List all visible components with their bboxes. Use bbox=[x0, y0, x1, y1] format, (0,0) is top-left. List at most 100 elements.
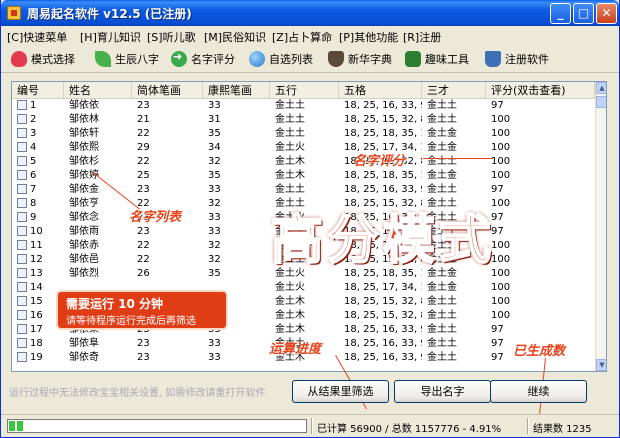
table-row[interactable]: 4邹依熙2934金土火18, 25, 17, 34, 10金土金100 bbox=[12, 141, 595, 155]
continue-button[interactable]: 继续 bbox=[490, 380, 587, 403]
cell-score: 100 bbox=[486, 309, 595, 323]
cell-text: 6 bbox=[30, 170, 37, 181]
cell-text: 18, 25, 15, 32, 8 bbox=[344, 310, 422, 321]
cell-talents: 金土土 bbox=[422, 323, 486, 337]
menu-other[interactable]: [P]其他功能 bbox=[339, 29, 398, 45]
cell-elements: 金土土 bbox=[270, 113, 339, 127]
cell-grids: 18, 25, 15, 32, 8 bbox=[339, 113, 422, 127]
runtime-notice: 需要运行 10 分钟 请等待程序运行完成后再筛选 bbox=[56, 290, 228, 330]
table-row[interactable]: 1 邹依依 23 33 金土土 18, 25, 16, 33, 9 金土土 97 bbox=[12, 99, 595, 113]
cell-text: 邹依奇 bbox=[69, 352, 99, 363]
scroll-thumb[interactable] bbox=[596, 96, 606, 108]
cell-name: 邹依熙 bbox=[64, 141, 132, 155]
birth-chart-button[interactable]: 生辰八字 bbox=[95, 48, 159, 70]
row-document-icon bbox=[17, 296, 27, 306]
col-three-talents[interactable]: 三才 bbox=[422, 82, 486, 99]
filter-results-button[interactable]: 从结果里筛选 bbox=[292, 380, 389, 403]
cell-text: 33 bbox=[208, 100, 221, 111]
scroll-down-icon[interactable]: ▼ bbox=[596, 359, 606, 371]
close-button[interactable]: ✕ bbox=[596, 3, 617, 24]
cell-text: 金土木 bbox=[275, 296, 305, 307]
cell-text: 100 bbox=[491, 156, 511, 167]
cell-text: 金土土 bbox=[427, 100, 457, 111]
row-document-icon bbox=[17, 156, 27, 166]
status-separator bbox=[527, 418, 529, 434]
cell-score: 100 bbox=[486, 267, 595, 281]
col-simplified-strokes[interactable]: 简体笔画 bbox=[132, 82, 203, 99]
cell-text: 23 bbox=[137, 352, 150, 363]
row-document-icon bbox=[17, 268, 27, 278]
register-software-button[interactable]: 注册软件 bbox=[485, 48, 549, 70]
col-id[interactable]: 编号 bbox=[12, 82, 64, 99]
cell-text: 5 bbox=[30, 156, 37, 167]
cell-simplified: 22 bbox=[132, 155, 203, 169]
menu-register[interactable]: [R]注册 bbox=[403, 29, 441, 45]
menu-bar: [C]快速菜单 [H]育儿知识 [S]听儿歌 [M]民俗知识 [Z]占卜算命 [… bbox=[1, 26, 619, 45]
cell-kangxi: 35 bbox=[203, 127, 270, 141]
tool-label: 模式选择 bbox=[31, 53, 75, 66]
cell-score: 100 bbox=[486, 239, 595, 253]
table-row[interactable]: 6 邹依婷 25 35 金土木 18, 25, 18, 35, 11 金土金 100 bbox=[12, 169, 595, 183]
row-document-icon bbox=[17, 114, 27, 124]
col-kangxi-strokes[interactable]: 康熙笔画 bbox=[203, 82, 270, 99]
cell-grids: 18, 25, 17, 34, 10 bbox=[339, 281, 422, 295]
cell-name: 邹依赤 bbox=[64, 239, 132, 253]
col-score[interactable]: 评分(双击查看) bbox=[486, 82, 595, 99]
fun-tools-button[interactable]: 趣味工具 bbox=[405, 48, 469, 70]
cell-text: 15 bbox=[30, 296, 43, 307]
annotation-name-score: 名字评分 bbox=[353, 154, 406, 169]
cell-kangxi: 33 bbox=[203, 211, 270, 225]
table-row[interactable]: 2 邹依林 21 31 金土土 18, 25, 15, 32, 8 金土土 100 bbox=[12, 113, 595, 127]
cell-text: 邹依亨 bbox=[69, 198, 99, 209]
cell-text: 17 bbox=[30, 324, 43, 335]
cell-text: 34 bbox=[208, 142, 221, 153]
custom-list-button[interactable]: 自选列表 bbox=[249, 48, 313, 70]
cell-kangxi: 33 bbox=[203, 337, 270, 351]
table-row[interactable]: 7 邹依金 23 33 金土土 18, 25, 16, 33, 9 金土土 97 bbox=[12, 183, 595, 197]
menu-quick[interactable]: [C]快速菜单 bbox=[7, 29, 67, 45]
cell-id: 9 bbox=[12, 211, 64, 225]
export-names-button[interactable]: 导出名字 bbox=[394, 380, 491, 403]
table-row[interactable]: 3 邹依轩 22 35 金土土 18, 25, 18, 35, 11 金土金 100 bbox=[12, 127, 595, 141]
name-score-button[interactable]: 名字评分 bbox=[171, 48, 235, 70]
menu-divination[interactable]: [Z]占卜算命 bbox=[272, 29, 332, 45]
leaf-icon bbox=[95, 51, 111, 67]
col-five-elements[interactable]: 五行 bbox=[270, 82, 339, 99]
cell-kangxi: 33 bbox=[203, 183, 270, 197]
cell-score: 97 bbox=[486, 211, 595, 225]
menu-folklore[interactable]: [M]民俗知识 bbox=[204, 29, 266, 45]
maximize-button[interactable]: □ bbox=[573, 3, 594, 24]
cell-talents: 金土土 bbox=[422, 351, 486, 365]
vertical-scrollbar[interactable]: ▲ ▼ bbox=[595, 82, 606, 371]
cell-text: 23 bbox=[137, 100, 150, 111]
cell-text: 金土土 bbox=[427, 324, 457, 335]
row-document-icon bbox=[17, 254, 27, 264]
menu-parenting[interactable]: [H]育儿知识 bbox=[80, 29, 141, 45]
table-row[interactable]: 5 邹依杉 22 32 金土木 18, 25, 15, 32, 8 金土土 100 bbox=[12, 155, 595, 169]
cell-text: 4 bbox=[30, 142, 37, 153]
cell-id: 3 bbox=[12, 127, 64, 141]
cell-grids: 18, 25, 18, 35, 11 bbox=[339, 127, 422, 141]
dictionary-button[interactable]: 新华字典 bbox=[328, 48, 392, 70]
cell-simplified: 22 bbox=[132, 127, 203, 141]
cell-text: 金土土 bbox=[275, 184, 305, 195]
scroll-up-icon[interactable]: ▲ bbox=[596, 82, 606, 94]
cell-text: 金土土 bbox=[427, 338, 457, 349]
heart-icon bbox=[11, 51, 27, 67]
cell-text: 金土木 bbox=[275, 324, 305, 335]
title-bar[interactable]: 周易起名软件 v12.5 (已注册) _ □ ✕ bbox=[1, 0, 619, 26]
cell-kangxi: 33 bbox=[203, 351, 270, 365]
row-document-icon bbox=[17, 128, 27, 138]
mode-select-button[interactable]: 模式选择 bbox=[11, 48, 75, 70]
tool-label: 生辰八字 bbox=[115, 53, 159, 66]
col-five-grids[interactable]: 五格 bbox=[339, 82, 422, 99]
tool-label: 趣味工具 bbox=[425, 53, 469, 66]
cell-id: 6 bbox=[12, 169, 64, 183]
col-name[interactable]: 姓名 bbox=[64, 82, 132, 99]
cell-text: 18, 25, 16, 33, 9 bbox=[344, 338, 422, 349]
cell-kangxi: 32 bbox=[203, 239, 270, 253]
cell-text: 9 bbox=[30, 212, 37, 223]
cell-text: 邹依熙 bbox=[69, 142, 99, 153]
menu-songs[interactable]: [S]听儿歌 bbox=[147, 29, 196, 45]
minimize-button[interactable]: _ bbox=[550, 3, 571, 24]
